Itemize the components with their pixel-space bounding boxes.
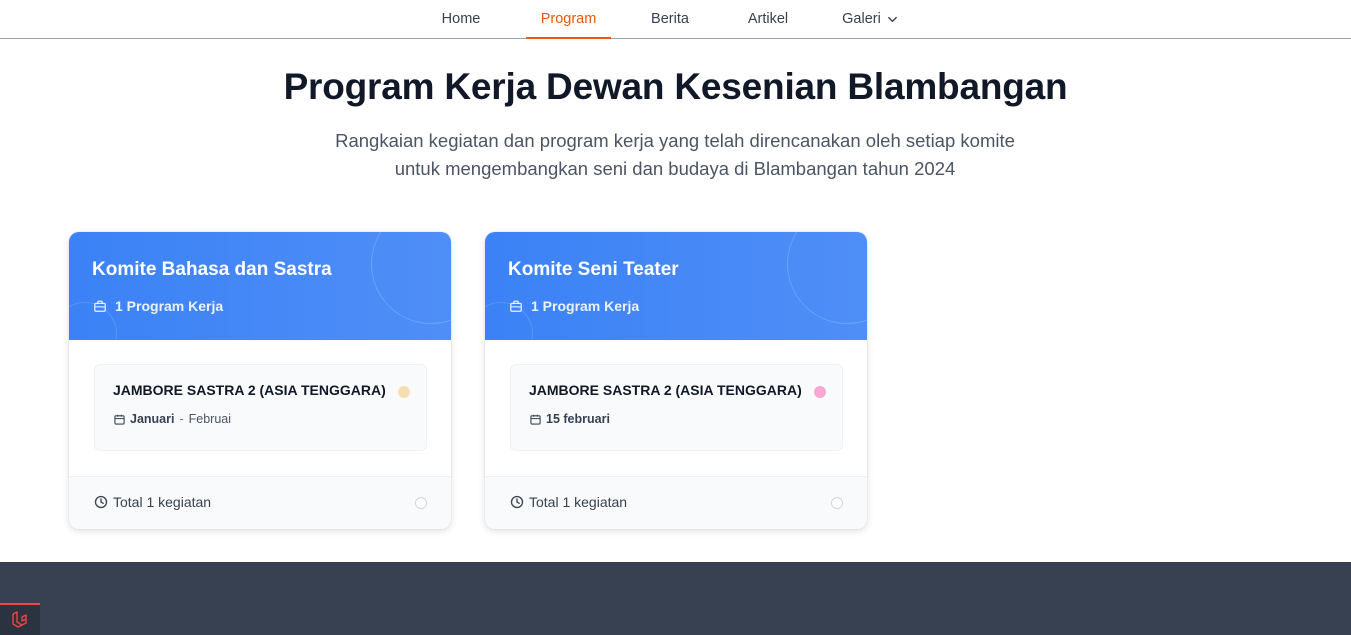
- date-end: Februai: [188, 412, 232, 426]
- status-dot: [814, 386, 826, 398]
- debugbar-toggle-button[interactable]: [0, 603, 40, 635]
- program-item[interactable]: JAMBORE SASTRA 2 (ASIA TENGGARA) 15 febr…: [510, 364, 843, 451]
- nav-item-home[interactable]: Home: [420, 0, 502, 38]
- page-subtitle: Rangkaian kegiatan dan program kerja yan…: [275, 127, 1075, 183]
- page-title: Program Kerja Dewan Kesenian Blambangan: [283, 66, 1068, 107]
- clock-icon: [94, 495, 108, 509]
- total-activities-label: Total 1 kegiatan: [113, 494, 212, 510]
- committee-card-header: Komite Bahasa dan Sastra 1 Program Kerja: [69, 232, 451, 340]
- nav-item-program[interactable]: Program: [526, 0, 611, 39]
- nav-item-artikel[interactable]: Artikel: [729, 0, 807, 38]
- subtitle-line-2: untuk mengembangkan seni dan budaya di B…: [394, 158, 956, 179]
- committee-card: Komite Seni Teater 1 Program Kerja JAMBO…: [485, 232, 867, 529]
- decorative-circle: [371, 232, 451, 324]
- committee-card: Komite Bahasa dan Sastra 1 Program Kerja…: [69, 232, 451, 529]
- program-count-label: 1 Program Kerja: [531, 298, 640, 314]
- footer-indicator-dot: [831, 497, 843, 509]
- program-date: 15 februari: [530, 412, 610, 426]
- briefcase-icon: [510, 300, 522, 312]
- clock-icon: [510, 495, 524, 509]
- committee-card-footer: Total 1 kegiatan: [485, 476, 867, 529]
- program-count: 1 Program Kerja: [93, 298, 223, 314]
- chevron-down-icon: [887, 16, 897, 22]
- site-footer: [0, 562, 1351, 635]
- date-separator: -: [179, 412, 184, 426]
- nav-item-galeri-label: Galeri: [842, 11, 881, 27]
- program-count-label: 1 Program Kerja: [115, 298, 224, 314]
- calendar-icon: [114, 414, 125, 425]
- laravel-logo-icon: [12, 611, 27, 628]
- program-title: JAMBORE SASTRA 2 (ASIA TENGGARA): [529, 382, 802, 398]
- committee-card-footer: Total 1 kegiatan: [69, 476, 451, 529]
- program-count: 1 Program Kerja: [509, 298, 639, 314]
- committee-card-header: Komite Seni Teater 1 Program Kerja: [485, 232, 867, 340]
- total-activities: Total 1 kegiatan: [94, 494, 211, 510]
- status-dot: [398, 386, 410, 398]
- committee-title: Komite Bahasa dan Sastra: [92, 259, 332, 280]
- footer-indicator-dot: [415, 497, 427, 509]
- briefcase-icon: [94, 300, 106, 312]
- program-title: JAMBORE SASTRA 2 (ASIA TENGGARA): [113, 382, 386, 398]
- total-activities: Total 1 kegiatan: [510, 494, 627, 510]
- committee-title: Komite Seni Teater: [508, 259, 679, 280]
- nav-item-galeri-dropdown[interactable]: Galeri: [825, 0, 915, 38]
- nav-item-berita[interactable]: Berita: [633, 0, 707, 38]
- date-start: 15 februari: [546, 412, 610, 426]
- subtitle-line-1: Rangkaian kegiatan dan program kerja yan…: [335, 130, 1015, 151]
- total-activities-label: Total 1 kegiatan: [529, 494, 628, 510]
- decorative-circle: [787, 232, 867, 324]
- calendar-icon: [530, 414, 541, 425]
- top-navigation: Home Program Berita Artikel Galeri: [0, 0, 1351, 39]
- date-start: Januari: [130, 412, 175, 426]
- program-item[interactable]: JAMBORE SASTRA 2 (ASIA TENGGARA) Januari…: [94, 364, 427, 451]
- nav-menu: Home Program Berita Artikel Galeri: [420, 0, 915, 39]
- program-date: Januari - Februai: [114, 412, 231, 426]
